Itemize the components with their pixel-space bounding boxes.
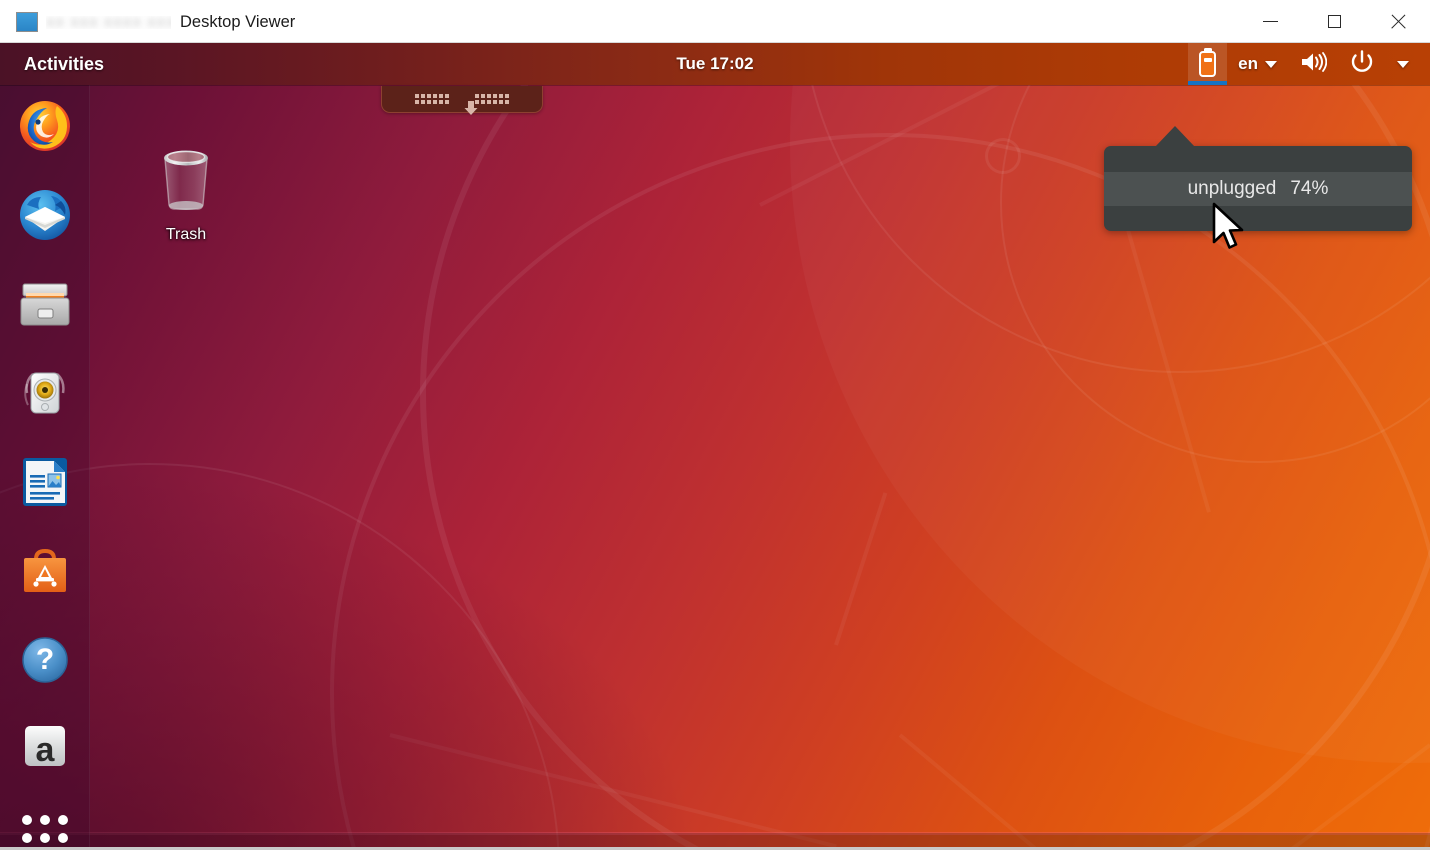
app-window-icon	[16, 12, 38, 32]
desktop-viewer-window: XX XXX XXXX XXXX Desktop Viewer	[0, 0, 1430, 850]
desktop-icon-label: Trash	[165, 226, 207, 243]
svg-text:?: ?	[35, 643, 53, 676]
help-question-icon: ?	[17, 632, 73, 688]
pulldown-handle[interactable]	[381, 86, 543, 115]
chevron-down-icon	[1265, 60, 1277, 68]
battery-icon	[1199, 51, 1217, 77]
battery-status-row[interactable]: unplugged 74%	[1104, 172, 1412, 206]
dock-item-help[interactable]: ?	[14, 629, 76, 691]
activities-button[interactable]: Activities	[18, 43, 110, 85]
status-tray: en	[1188, 43, 1420, 85]
dock-item-files[interactable]	[14, 273, 76, 335]
svg-text:a: a	[35, 731, 55, 769]
amazon-icon: a	[17, 724, 73, 774]
maximize-button[interactable]	[1302, 0, 1366, 42]
battery-status-popup: unplugged 74%	[1104, 146, 1412, 231]
dock-item-show-applications[interactable]	[14, 807, 76, 847]
libreoffice-writer-icon	[17, 454, 73, 510]
files-cabinet-icon	[17, 276, 73, 332]
dock-item-thunderbird[interactable]	[14, 184, 76, 246]
keyboard-layout-indicator[interactable]: en	[1227, 43, 1288, 85]
clock-label[interactable]: Tue 17:02	[676, 54, 753, 74]
window-title-redacted-text: XX XXX XXXX XXXX	[46, 16, 171, 29]
window-controls	[1238, 0, 1430, 42]
volume-high-icon	[1299, 50, 1328, 79]
volume-indicator[interactable]	[1288, 43, 1338, 85]
power-icon	[1349, 49, 1375, 80]
close-button[interactable]	[1366, 0, 1430, 42]
dock-item-rhythmbox[interactable]	[14, 362, 76, 424]
pulldown-handle-icon	[475, 94, 509, 104]
ubuntu-dock: ? a	[0, 85, 90, 847]
maximize-icon	[1327, 14, 1341, 28]
dock-item-firefox[interactable]	[14, 95, 76, 157]
power-indicator[interactable]	[1338, 43, 1386, 85]
battery-percent-label: 74%	[1290, 178, 1329, 199]
chevron-down-icon	[1397, 60, 1409, 68]
minimize-button[interactable]	[1238, 0, 1302, 42]
window-title-redacted: XX XXX XXXX XXXX	[46, 16, 171, 29]
ubuntu-software-bag-icon	[17, 543, 73, 599]
thunderbird-icon	[17, 187, 73, 243]
gnome-top-bar: Activities Tue 17:02 en	[0, 43, 1430, 86]
remote-desktop-viewport[interactable]: Trash ? a Activities Tue 17:02 en unplug…	[0, 43, 1430, 850]
minimize-icon	[1262, 20, 1278, 22]
firefox-icon	[17, 98, 73, 154]
trash-bin-icon	[154, 143, 218, 220]
system-menu-toggle[interactable]	[1386, 43, 1420, 85]
app-grid-icon	[21, 815, 68, 847]
window-title: Desktop Viewer	[180, 13, 296, 31]
close-icon	[1390, 13, 1407, 30]
window-titlebar: XX XXX XXXX XXXX Desktop Viewer	[0, 0, 1430, 43]
battery-status-popup-arrow	[1155, 126, 1195, 147]
activities-label: Activities	[24, 53, 105, 74]
rhythmbox-speaker-icon	[17, 365, 73, 421]
battery-indicator[interactable]	[1188, 43, 1228, 85]
pulldown-handle-icon	[415, 94, 449, 104]
dock-item-amazon[interactable]: a	[14, 718, 76, 780]
dock-item-ubuntu-software[interactable]	[14, 540, 76, 602]
dock-item-libreoffice-writer[interactable]	[14, 451, 76, 513]
keyboard-layout-label: en	[1238, 54, 1258, 73]
desktop-icon-trash[interactable]: Trash	[132, 143, 240, 244]
battery-status-label: unplugged	[1187, 178, 1277, 199]
